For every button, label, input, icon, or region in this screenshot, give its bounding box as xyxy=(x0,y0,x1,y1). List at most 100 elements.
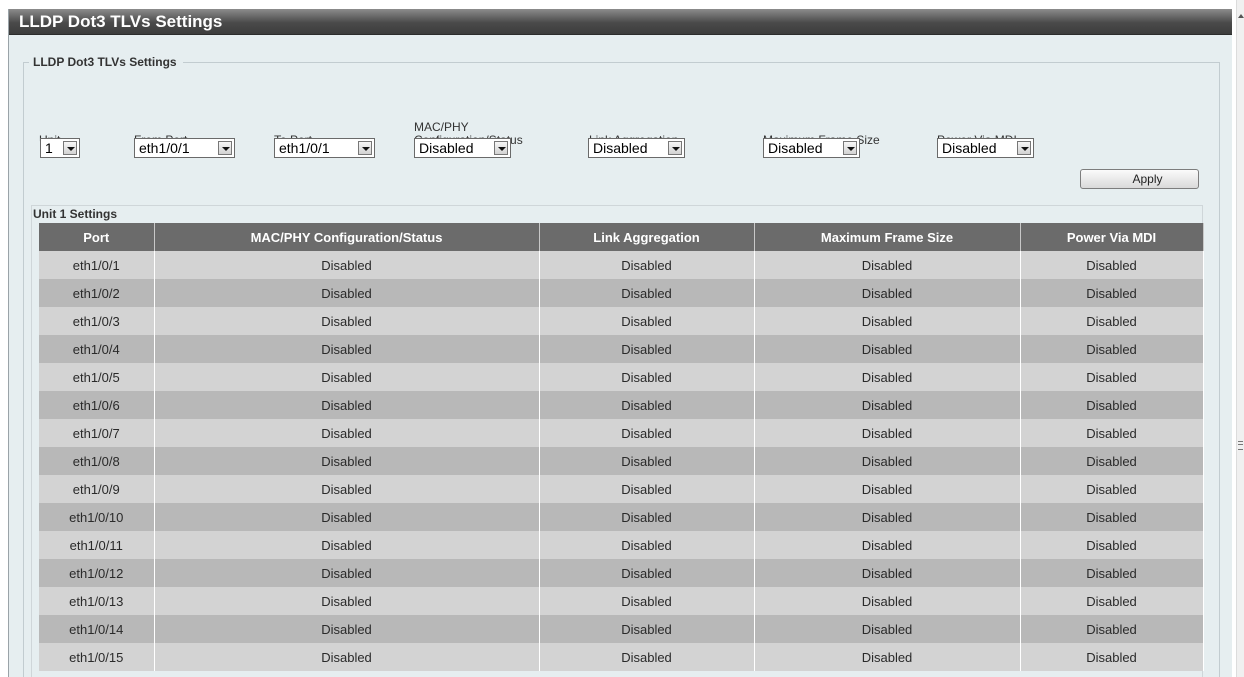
column-header: Maximum Frame Size xyxy=(754,223,1021,251)
value-cell: Disabled xyxy=(154,643,540,671)
value-cell: Disabled xyxy=(754,475,1021,503)
value-cell: Disabled xyxy=(154,615,540,643)
port-cell: eth1/0/5 xyxy=(39,363,155,391)
chevron-down-icon xyxy=(494,141,508,155)
value-cell: Disabled xyxy=(154,531,540,559)
scroll-up-arrow-icon[interactable] xyxy=(1238,14,1244,18)
value-cell: Disabled xyxy=(754,363,1021,391)
value-cell: Disabled xyxy=(539,475,755,503)
value-cell: Disabled xyxy=(1020,559,1204,587)
column-header: Port xyxy=(39,223,155,251)
value-cell: Disabled xyxy=(539,531,755,559)
table-row: eth1/0/2 Disabled Disabled Disabled Disabled xyxy=(39,279,1204,307)
value-cell: Disabled xyxy=(154,279,540,307)
value-cell: Disabled xyxy=(154,363,540,391)
table-row: eth1/0/14 Disabled Disabled Disabled Disable… xyxy=(39,615,1204,643)
unit-settings-title: Unit 1 Settings xyxy=(33,207,118,221)
value-cell: Disabled xyxy=(1020,447,1204,475)
table-row: eth1/0/1 Disabled Disabled Disabled Disabled xyxy=(39,251,1204,279)
value-cell: Disabled xyxy=(754,447,1021,475)
value-cell: Disabled xyxy=(754,615,1021,643)
value-cell: Disabled xyxy=(154,335,540,363)
table-row: eth1/0/12 Disabled Disabled Disabled Disable… xyxy=(39,559,1204,587)
chevron-down-icon xyxy=(1017,141,1031,155)
value-cell: Disabled xyxy=(539,559,755,587)
value-cell: Disabled xyxy=(754,251,1021,279)
port-cell: eth1/0/2 xyxy=(39,279,155,307)
value-cell: Disabled xyxy=(154,447,540,475)
max-frame-size-select[interactable]: Disabled xyxy=(763,138,860,158)
power-via-mdi-select-value: Disabled xyxy=(942,140,997,156)
from-port-select-value: eth1/0/1 xyxy=(139,140,190,156)
chevron-down-icon xyxy=(843,141,857,155)
value-cell: Disabled xyxy=(754,279,1021,307)
port-cell: eth1/0/12 xyxy=(39,559,155,587)
value-cell: Disabled xyxy=(154,503,540,531)
unit-settings-table: Port MAC/PHY Configuration/Status Link A… xyxy=(39,223,1204,671)
value-cell: Disabled xyxy=(754,307,1021,335)
table-row: eth1/0/8 Disabled Disabled Disabled Disabled xyxy=(39,447,1204,475)
from-port-select[interactable]: eth1/0/1 xyxy=(134,138,235,158)
value-cell: Disabled xyxy=(539,251,755,279)
table-body: eth1/0/1 Disabled Disabled Disabled Disabled… xyxy=(39,251,1204,671)
link-aggregation-select[interactable]: Disabled xyxy=(588,138,685,158)
port-cell: eth1/0/9 xyxy=(39,475,155,503)
unit-select-value: 1 xyxy=(45,140,53,156)
page-title: LLDP Dot3 TLVs Settings xyxy=(9,9,1232,35)
value-cell: Disabled xyxy=(539,279,755,307)
settings-legend: LLDP Dot3 TLVs Settings xyxy=(29,55,183,69)
column-header: Link Aggregation xyxy=(539,223,755,251)
port-cell: eth1/0/14 xyxy=(39,615,155,643)
to-port-select[interactable]: eth1/0/1 xyxy=(274,138,375,158)
value-cell: Disabled xyxy=(154,307,540,335)
apply-button[interactable]: Apply xyxy=(1080,169,1199,189)
value-cell: Disabled xyxy=(539,335,755,363)
table-header-row: Port MAC/PHY Configuration/Status Link A… xyxy=(39,223,1204,251)
chevron-down-icon xyxy=(358,141,372,155)
value-cell: Disabled xyxy=(539,587,755,615)
value-cell: Disabled xyxy=(154,559,540,587)
value-cell: Disabled xyxy=(1020,279,1204,307)
table-row: eth1/0/13 Disabled Disabled Disabled Disable… xyxy=(39,587,1204,615)
value-cell: Disabled xyxy=(1020,615,1204,643)
table-row: eth1/0/11 Disabled Disabled Disabled Disable… xyxy=(39,531,1204,559)
value-cell: Disabled xyxy=(539,503,755,531)
value-cell: Disabled xyxy=(154,419,540,447)
value-cell: Disabled xyxy=(754,559,1021,587)
value-cell: Disabled xyxy=(1020,419,1204,447)
chevron-down-icon xyxy=(218,141,232,155)
port-cell: eth1/0/4 xyxy=(39,335,155,363)
value-cell: Disabled xyxy=(539,307,755,335)
value-cell: Disabled xyxy=(1020,335,1204,363)
value-cell: Disabled xyxy=(539,363,755,391)
value-cell: Disabled xyxy=(1020,503,1204,531)
table-row: eth1/0/5 Disabled Disabled Disabled Disabled xyxy=(39,363,1204,391)
app-window: LLDP Dot3 TLVs Settings LLDP Dot3 TLVs S… xyxy=(8,9,1232,677)
value-cell: Disabled xyxy=(1020,475,1204,503)
value-cell: Disabled xyxy=(754,335,1021,363)
power-via-mdi-select[interactable]: Disabled xyxy=(937,138,1034,158)
value-cell: Disabled xyxy=(154,475,540,503)
value-cell: Disabled xyxy=(1020,251,1204,279)
value-cell: Disabled xyxy=(539,419,755,447)
port-cell: eth1/0/7 xyxy=(39,419,155,447)
value-cell: Disabled xyxy=(754,587,1021,615)
table-row: eth1/0/7 Disabled Disabled Disabled Disabled xyxy=(39,419,1204,447)
unit-select[interactable]: 1 xyxy=(40,138,80,158)
link-aggregation-select-value: Disabled xyxy=(593,140,648,156)
value-cell: Disabled xyxy=(754,503,1021,531)
value-cell: Disabled xyxy=(754,643,1021,671)
table-row: eth1/0/6 Disabled Disabled Disabled Disabled xyxy=(39,391,1204,419)
scroll-grip-icon[interactable] xyxy=(1238,441,1243,450)
port-cell: eth1/0/6 xyxy=(39,391,155,419)
value-cell: Disabled xyxy=(1020,307,1204,335)
mac-phy-select[interactable]: Disabled xyxy=(414,138,511,158)
value-cell: Disabled xyxy=(1020,643,1204,671)
column-header: MAC/PHY Configuration/Status xyxy=(154,223,540,251)
table-row: eth1/0/10 Disabled Disabled Disabled Disable… xyxy=(39,503,1204,531)
value-cell: Disabled xyxy=(539,391,755,419)
max-frame-size-select-value: Disabled xyxy=(768,140,823,156)
vertical-scrollbar[interactable] xyxy=(1236,0,1244,677)
table-row: eth1/0/4 Disabled Disabled Disabled Disabled xyxy=(39,335,1204,363)
port-cell: eth1/0/15 xyxy=(39,643,155,671)
